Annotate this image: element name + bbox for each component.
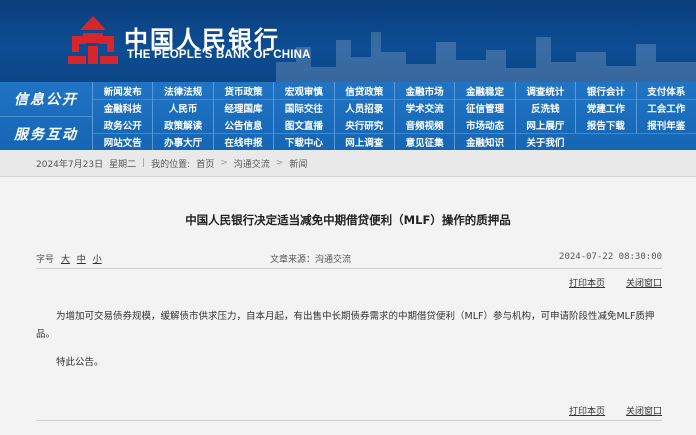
breadcrumb-item-home[interactable]: 首页 xyxy=(196,157,214,170)
print-page-link[interactable]: 打印本页 xyxy=(569,404,605,417)
nav-row-2: 金融科技 人民币 经理国库 国际交往 人员招录 学术交流 征信管理 反洗钱 党建… xyxy=(92,99,696,116)
divider xyxy=(36,268,662,269)
article-title: 中国人民银行决定适当减免中期借贷便利（MLF）操作的质押品 xyxy=(185,213,511,227)
breadcrumb: 2024年7月23日 星期二 | 我的位置: 首页 > 沟通交流 > 新闻 xyxy=(36,150,307,176)
nav-link[interactable]: 调查统计 xyxy=(514,82,575,99)
nav-section-service-interaction: 服务互动 xyxy=(0,116,92,151)
font-size-medium-link[interactable]: 中 xyxy=(77,255,86,265)
article-paragraph: 为增加可交易债券规模，缓解债市供求压力，自本月起，有出售中长期债券需求的中期借贷… xyxy=(36,311,655,340)
breadcrumb-item-communication[interactable]: 沟通交流 xyxy=(234,157,270,170)
nav-link[interactable]: 银行会计 xyxy=(575,82,635,99)
nav-link[interactable]: 政务公开 xyxy=(92,116,152,133)
nav-link[interactable]: 学术交流 xyxy=(393,99,454,116)
nav-link[interactable]: 网上调查 xyxy=(333,133,394,150)
nav-link[interactable]: 办事大厅 xyxy=(152,133,212,150)
breadcrumb-separator: > xyxy=(220,158,228,168)
nav-link[interactable]: 经理国库 xyxy=(212,99,273,116)
article-actions-bottom: 打印本页 关闭窗口 xyxy=(36,404,662,417)
close-window-link[interactable]: 关闭窗口 xyxy=(626,404,662,417)
close-window-link[interactable]: 关闭窗口 xyxy=(626,276,662,289)
nav-link[interactable]: 音频视频 xyxy=(393,116,454,133)
site-header: 中国人民银行 THE PEOPLE'S BANK OF CHINA xyxy=(0,0,696,82)
nav-link[interactable]: 金融科技 xyxy=(92,99,152,116)
breadcrumb-separator: > xyxy=(275,158,284,168)
nav-link[interactable]: 征信管理 xyxy=(454,99,514,116)
divider xyxy=(36,420,662,421)
breadcrumb-bar: 2024年7月23日 星期二 | 我的位置: 首页 > 沟通交流 > 新闻 xyxy=(0,150,696,177)
nav-link[interactable]: 工会工作 xyxy=(635,99,696,116)
article-source: 文章来源：沟通交流 xyxy=(270,255,352,265)
brand-name-en: THE PEOPLE'S BANK OF CHINA xyxy=(127,49,311,61)
nav-link[interactable]: 支付体系 xyxy=(635,82,696,99)
article-body: 为增加可交易债券规模，缓解债市供求压力，自本月起，有出售中长期债券需求的中期借贷… xyxy=(36,308,662,372)
nav-link[interactable]: 意见征集 xyxy=(393,133,454,150)
font-size-small-link[interactable]: 小 xyxy=(93,255,102,265)
nav-link[interactable]: 在线申报 xyxy=(212,133,273,150)
nav-link[interactable]: 人民币 xyxy=(152,99,212,116)
nav-link[interactable]: 公告信息 xyxy=(212,116,273,133)
nav-section-info-disclosure: 信息公开 xyxy=(14,92,78,108)
nav-link[interactable]: 反洗钱 xyxy=(514,99,575,116)
font-size-large-link[interactable]: 大 xyxy=(61,255,70,265)
article-timestamp: 2024-07-22 08:30:00 xyxy=(559,252,662,262)
print-page-link[interactable]: 打印本页 xyxy=(569,276,605,289)
breadcrumb-divider: | xyxy=(142,158,146,168)
nav-link[interactable]: 国际交往 xyxy=(273,99,333,116)
nav-link[interactable]: 网上展厅 xyxy=(514,116,575,133)
nav-link[interactable]: 报告下载 xyxy=(575,116,635,133)
nav-link[interactable]: 网站文告 xyxy=(92,133,152,150)
nav-link[interactable]: 新闻发布 xyxy=(92,82,152,99)
article-actions-top: 打印本页 关闭窗口 xyxy=(36,276,662,289)
nav-link[interactable]: 宏观审慎 xyxy=(273,82,333,99)
nav-link[interactable]: 人员招录 xyxy=(333,99,394,116)
current-date: 2024年7月23日 xyxy=(36,159,104,170)
pboc-logo-icon[interactable] xyxy=(66,14,120,66)
nav-link[interactable]: 图文直播 xyxy=(273,116,333,133)
nav-row-1: 新闻发布 法律法规 货币政策 宏观审慎 信贷政策 金融市场 金融稳定 调查统计 … xyxy=(92,82,696,100)
nav-link[interactable]: 下载中心 xyxy=(273,133,333,150)
current-weekday: 星期二 xyxy=(109,159,137,170)
nav-link-grid: 新闻发布 法律法规 货币政策 宏观审慎 信贷政策 金融市场 金融稳定 调查统计 … xyxy=(92,82,696,150)
nav-link[interactable]: 市场动态 xyxy=(454,116,514,133)
nav-link[interactable]: 金融稳定 xyxy=(454,82,514,99)
nav-link[interactable]: 关于我们 xyxy=(514,133,575,150)
nav-link[interactable]: 央行研究 xyxy=(333,116,394,133)
location-label: 我的位置: xyxy=(151,159,191,170)
nav-row-3: 政务公开 政策解读 公告信息 图文直播 央行研究 音频视频 市场动态 网上展厅 … xyxy=(92,116,696,134)
nav-row-4: 网站文告 办事大厅 在线申报 下载中心 网上调查 意见征集 金融知识 关于我们 xyxy=(92,133,696,150)
nav-link[interactable]: 政策解读 xyxy=(152,116,212,133)
nav-link[interactable]: 法律法规 xyxy=(152,82,212,99)
article-meta: 字号 大 中 小 文章来源：沟通交流 2024-07-22 08:30:00 xyxy=(36,252,662,265)
nav-link[interactable]: 金融市场 xyxy=(393,82,454,99)
main-navigation: 信息公开 服务互动 新闻发布 法律法规 货币政策 宏观审慎 信贷政策 金融市场 … xyxy=(0,82,696,150)
breadcrumb-item-news[interactable]: 新闻 xyxy=(289,157,307,170)
article-paragraph: 特此公告。 xyxy=(56,357,104,368)
font-size-controls: 字号 大 中 小 xyxy=(36,252,102,265)
nav-link[interactable]: 信贷政策 xyxy=(333,82,394,99)
font-size-label: 字号 xyxy=(36,255,55,265)
nav-link[interactable]: 党建工作 xyxy=(575,99,635,116)
nav-link[interactable]: 报刊年鉴 xyxy=(635,116,696,133)
nav-link[interactable]: 金融知识 xyxy=(454,133,514,150)
nav-link[interactable]: 货币政策 xyxy=(212,82,273,99)
city-skyline-decoration xyxy=(276,32,696,82)
